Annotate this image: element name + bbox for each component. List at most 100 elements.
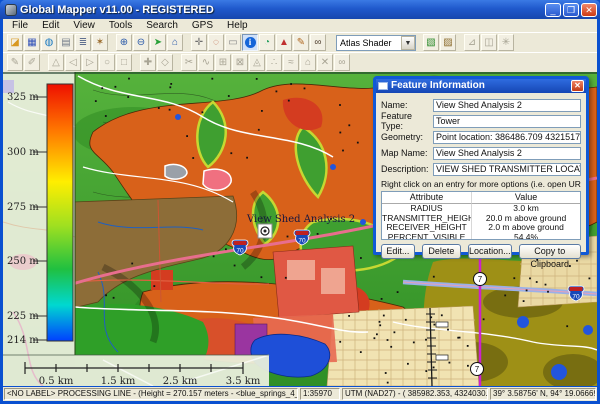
scale-label: 3.5 km [226, 376, 261, 386]
dialog-title: Feature Information [391, 79, 571, 93]
path-profile-tool-icon[interactable]: ✎ [293, 34, 309, 51]
app-window: Global Mapper v11.00 - REGISTERED _ ❐ ✕ … [0, 0, 600, 404]
field-label: Name: [381, 100, 433, 110]
digitizer-tool-10-icon[interactable]: ✂ [181, 54, 197, 71]
open-file-icon[interactable]: ◪ [7, 34, 23, 51]
location-button[interactable]: Location... [468, 244, 512, 259]
digitizer-tool-8-icon[interactable]: ✚ [140, 54, 156, 71]
digitizer-tool-11-icon[interactable]: ∿ [198, 54, 214, 71]
shader-option-a-icon[interactable]: ▧ [423, 34, 439, 51]
field-label: Geometry: [381, 132, 433, 142]
field-value-box[interactable]: Tower [433, 115, 581, 128]
configuration-icon[interactable]: ✶ [92, 34, 108, 51]
scale-label: 1.5 km [101, 376, 136, 386]
toolbar-separator [41, 62, 48, 63]
status-segment-1: 1:35970 [300, 388, 340, 400]
digitizer-tool-19-icon[interactable]: ∞ [334, 54, 350, 71]
status-segment-3: 39° 3.58756' N, 94° 19.06669' W [490, 388, 596, 400]
overlay-control-center-icon[interactable]: ≣ [75, 34, 91, 51]
chevron-down-icon[interactable]: ▼ [401, 36, 415, 50]
digitizer-tool-1-icon[interactable]: ✎ [7, 54, 23, 71]
svg-text:7: 7 [475, 365, 480, 374]
shader-dropdown[interactable]: Atlas Shader ▼ [336, 35, 416, 51]
zoom-home-icon[interactable]: ⌂ [167, 34, 183, 51]
copy-to-clipboard-button[interactable]: Copy to Clipboard [519, 244, 581, 259]
window-title: Global Mapper v11.00 - REGISTERED [20, 4, 545, 16]
view-shed-tool-icon[interactable]: ▲ [276, 34, 292, 51]
digitizer-tool-6-icon[interactable]: ○ [99, 54, 115, 71]
full-view-icon[interactable]: ➤ [150, 34, 166, 51]
title-bar[interactable]: Global Mapper v11.00 - REGISTERED _ ❐ ✕ [0, 0, 600, 19]
digitizer-tool-3-icon[interactable]: △ [48, 54, 64, 71]
digitizer-tool-4-icon[interactable]: ◁ [65, 54, 81, 71]
svg-text:7: 7 [478, 275, 483, 284]
zoom-out-icon[interactable]: ⊖ [133, 34, 149, 51]
menu-tools[interactable]: Tools [102, 19, 139, 32]
digitizer-tool-5-icon[interactable]: ▷ [82, 54, 98, 71]
digitizer-tool-13-icon[interactable]: ⊠ [232, 54, 248, 71]
dialog-icon [378, 82, 388, 90]
toolbar-main: ◪▦◍▤≣✶⊕⊖➤⌂✛◌▭i◔▲✎∞ Atlas Shader ▼ ▧▨⊿◫✳ [3, 32, 597, 52]
digitizer-tool-2-icon[interactable]: ✐ [24, 54, 40, 71]
attribute-row[interactable]: TRANSMITTER_HEIGHT20.0 m above ground [382, 214, 580, 224]
area-tool-icon[interactable]: ◔ [259, 34, 275, 51]
digitizer-tool-12-icon[interactable]: ⊞ [215, 54, 231, 71]
lidar-tool-icon: ✳ [498, 34, 514, 51]
zoom-in-icon[interactable]: ⊕ [116, 34, 132, 51]
shader-option-b-icon[interactable]: ▨ [440, 34, 456, 51]
3d-view-icon: ◫ [481, 34, 497, 51]
digitizer-tool-16-icon[interactable]: ≈ [283, 54, 299, 71]
attribute-row[interactable]: RADIUS3.0 km [382, 204, 580, 214]
pan-tool-icon[interactable]: ✛ [191, 34, 207, 51]
edit-button[interactable]: Edit... [381, 244, 415, 259]
download-online-imagery-icon[interactable]: ◍ [41, 34, 57, 51]
dialog-title-bar[interactable]: Feature Information ✕ [376, 79, 586, 93]
minimize-button[interactable]: _ [545, 3, 561, 17]
svg-text:70: 70 [572, 294, 580, 301]
save-workspace-icon[interactable]: ▦ [24, 34, 40, 51]
toolbar-separator [184, 42, 191, 43]
toolbar-separator [174, 62, 181, 63]
measure-tool-icon[interactable]: ▭ [225, 34, 241, 51]
close-button[interactable]: ✕ [581, 3, 597, 17]
menu-view[interactable]: View [66, 19, 102, 32]
field-value-box[interactable]: VIEW SHED TRANSMITTER LOCATION [433, 163, 581, 176]
attribute-row[interactable]: PERCENT_VISIBLE54.4% [382, 233, 580, 241]
digitizer-tool-18-icon[interactable]: ✕ [317, 54, 333, 71]
field-value-box[interactable]: View Shed Analysis 2 [433, 99, 581, 112]
search-tool-icon[interactable]: ∞ [310, 34, 326, 51]
digitizer-tool-15-icon[interactable]: ∴ [266, 54, 282, 71]
toolbar-separator [133, 62, 140, 63]
legend-label: 300 m [7, 147, 39, 158]
field-value-box[interactable]: View Shed Analysis 2 [433, 147, 581, 160]
menu-file[interactable]: File [5, 19, 35, 32]
toolbar-separator [109, 42, 116, 43]
zoom-tool-icon[interactable]: ◌ [208, 34, 224, 51]
transmitter-marker[interactable] [258, 224, 272, 238]
scale-label: 0.5 km [39, 376, 74, 386]
digitizer-tool-14-icon[interactable]: ◬ [249, 54, 265, 71]
scale-label: 2.5 km [163, 376, 198, 386]
digitizer-tool-7-icon[interactable]: □ [116, 54, 132, 71]
feature-label: View Shed Analysis 2 [246, 214, 355, 225]
menu-bar: FileEditViewToolsSearchGPSHelp [3, 19, 597, 32]
attribute-row[interactable]: RECEIVER_HEIGHT2.0 m above ground [382, 223, 580, 233]
delete-button[interactable]: Delete [422, 244, 461, 259]
menu-edit[interactable]: Edit [35, 19, 66, 32]
menu-search[interactable]: Search [139, 19, 185, 32]
maximize-button[interactable]: ❐ [563, 3, 579, 17]
dialog-close-icon[interactable]: ✕ [571, 80, 584, 92]
feature-info-tool-icon[interactable]: i [242, 34, 258, 51]
field-label: Map Name: [381, 148, 433, 158]
menu-gps[interactable]: GPS [185, 19, 220, 32]
digitizer-tool-9-icon[interactable]: ◇ [157, 54, 173, 71]
attribute-table-header: AttributeValue [382, 192, 580, 204]
toolbar-digitizer: ✎✐ △◁▷○□ ✚◇ ✂∿⊞⊠◬∴≈⌂✕∞ [3, 52, 597, 72]
field-value-box[interactable]: Point location: 386486.709 4321517.806 (… [433, 131, 581, 144]
digitizer-tool-17-icon[interactable]: ⌂ [300, 54, 316, 71]
attribute-table[interactable]: AttributeValueRADIUS3.0 kmTRANSMITTER_HE… [381, 191, 581, 240]
legend-label: 214 m [7, 335, 39, 346]
legend-label: 250 m [7, 256, 39, 267]
menu-help[interactable]: Help [220, 19, 255, 32]
metadata-icon[interactable]: ▤ [58, 34, 74, 51]
